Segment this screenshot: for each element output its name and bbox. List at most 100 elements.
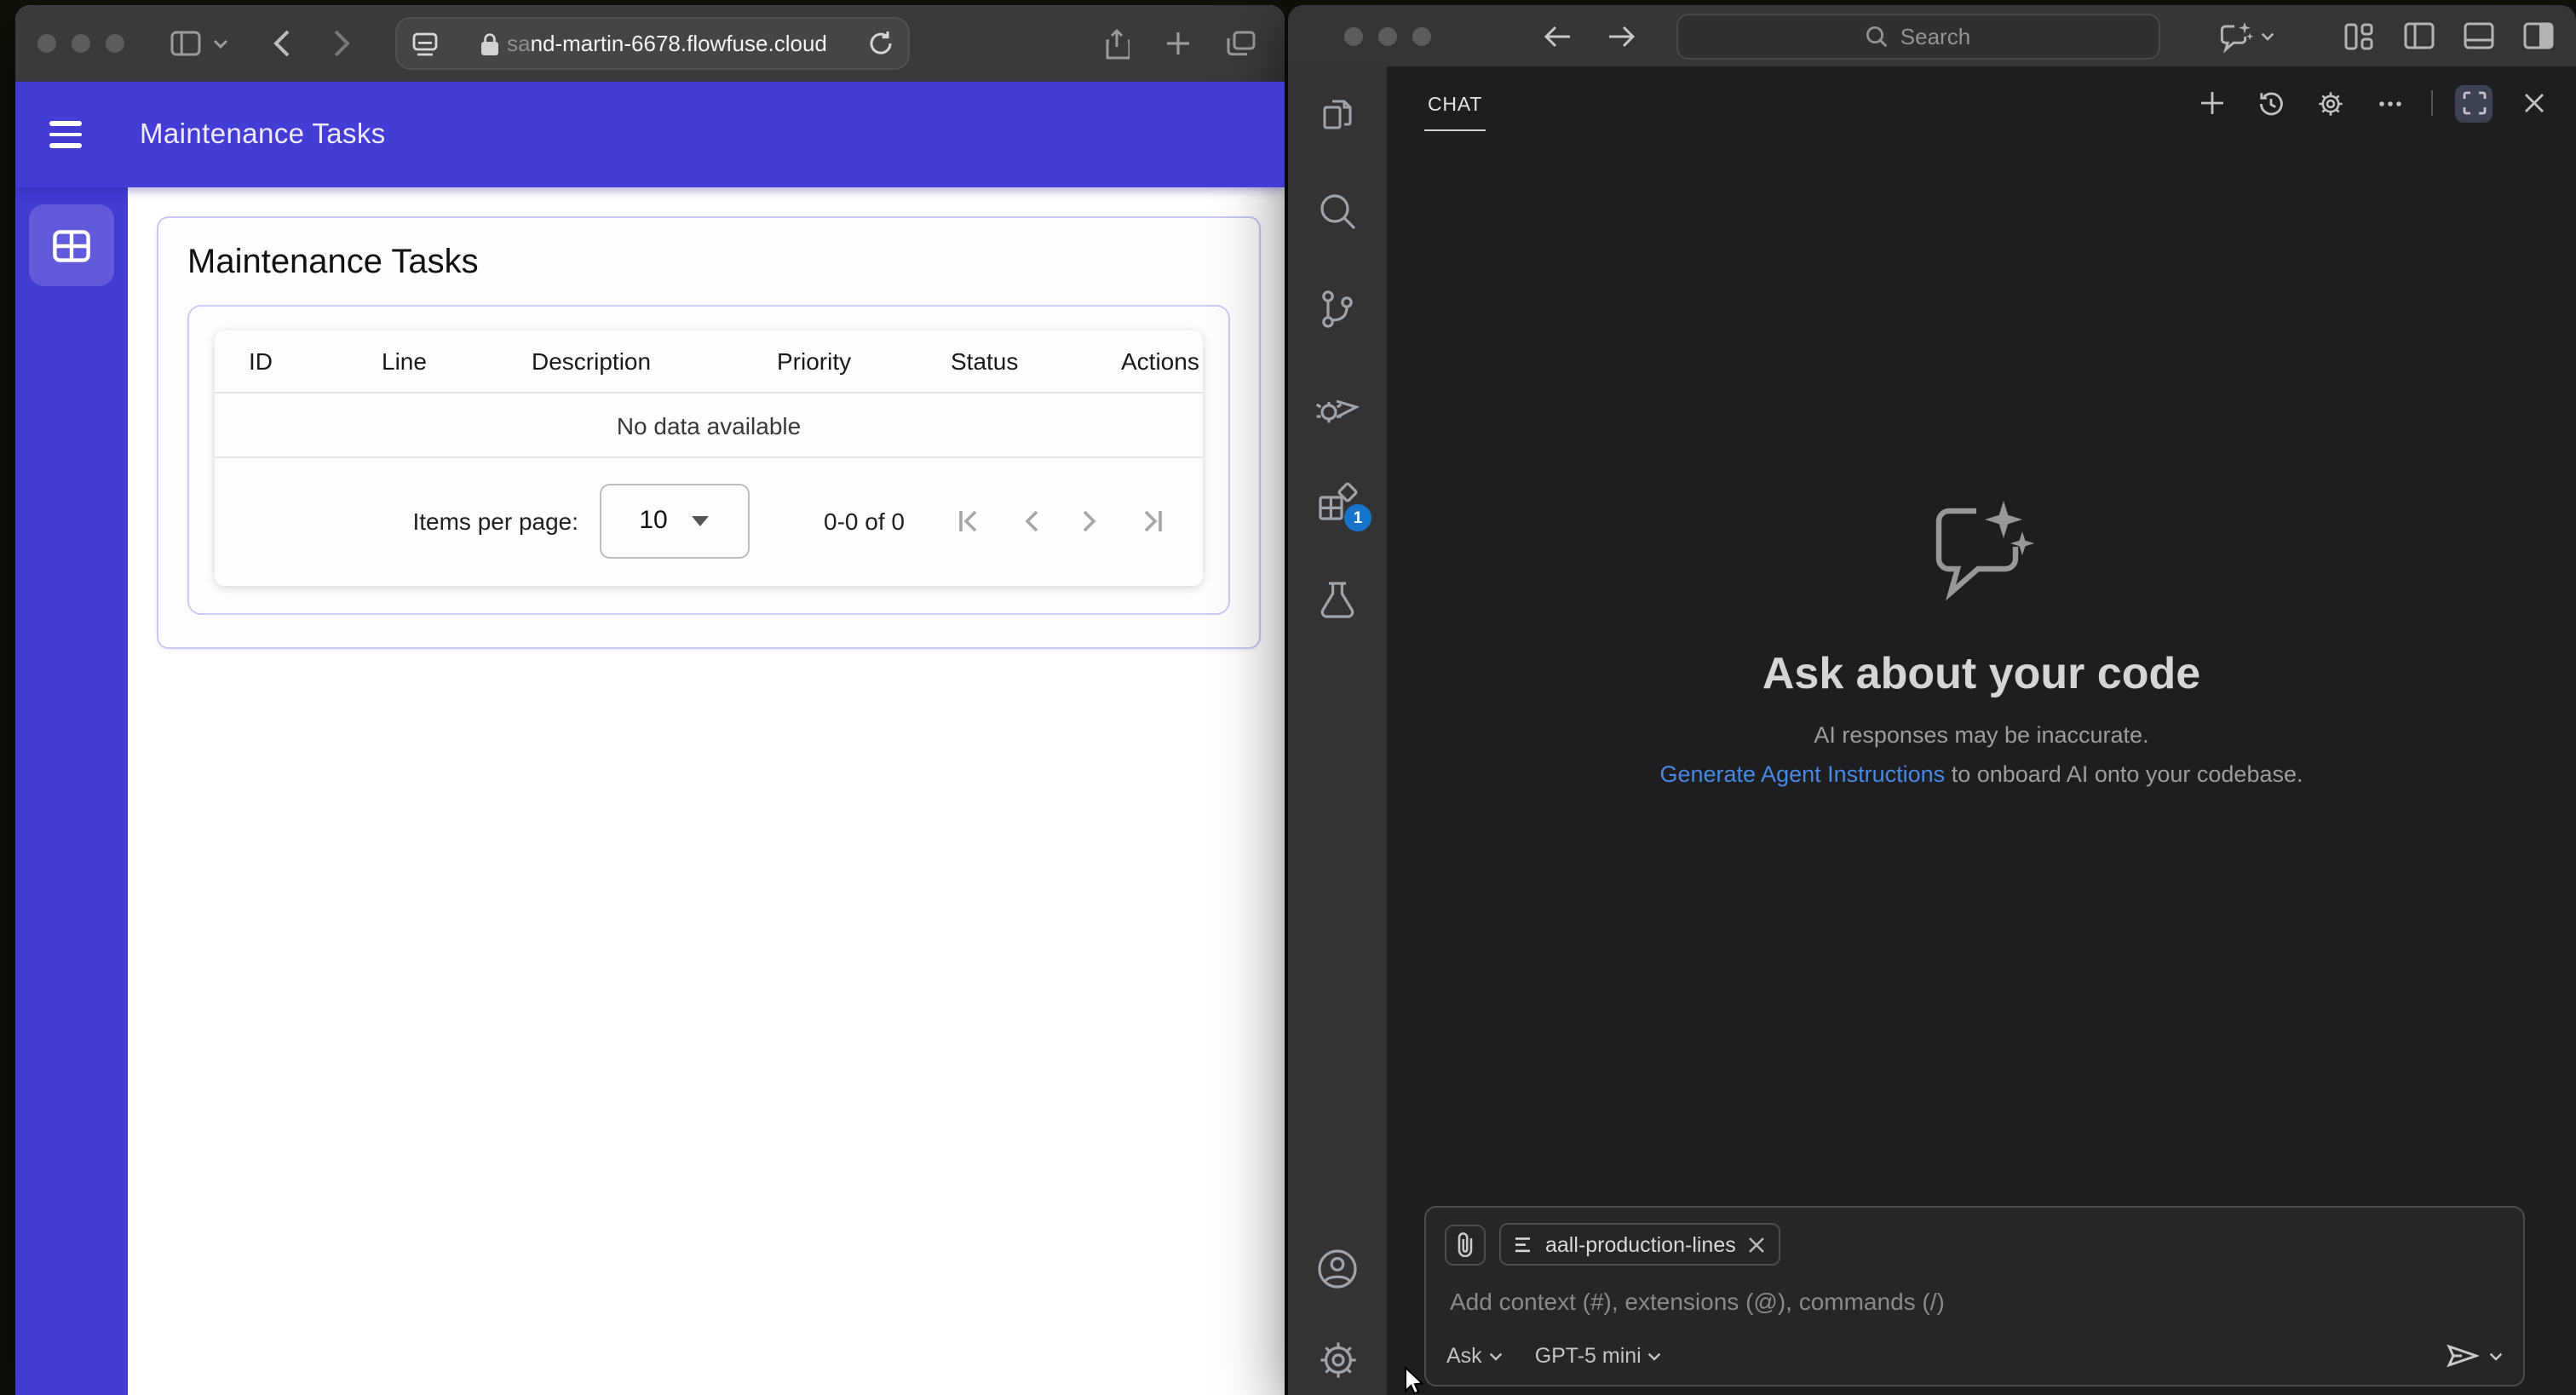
table-container: ID Line Description Priority Status Acti… [187,305,1230,615]
forward-button[interactable] [1608,25,1636,47]
mode-label: Ask [1446,1344,1482,1368]
app-header: Maintenance Tasks [15,82,1285,187]
tab-overview-icon[interactable] [1227,31,1256,56]
remove-context-icon[interactable] [1748,1236,1765,1253]
previous-page-button[interactable] [1022,507,1041,534]
items-per-page-label: Items per page: [412,507,579,534]
table-footer: Items per page: 10 0-0 of 0 [215,458,1203,583]
copilot-menu[interactable] [2218,20,2274,52]
card-title: Maintenance Tasks [187,244,479,281]
column-header-description[interactable]: Description [532,347,777,375]
mode-selector[interactable]: Ask [1446,1344,1503,1368]
chat-panel-header: CHAT [1387,66,2576,140]
chevron-down-icon [1489,1352,1502,1360]
web-app: Maintenance Tasks Maintenance Tasks ID L… [15,82,1285,1395]
chat-settings-gear-icon[interactable] [2312,84,2349,122]
column-header-actions[interactable]: Actions [1121,347,1203,375]
last-page-button[interactable] [1138,507,1165,534]
command-center-search[interactable]: Search [1676,13,2160,59]
toggle-secondary-sidebar-icon[interactable] [2523,22,2554,49]
safari-window: sand-martin-6678.flowfuse.cloud Maintena… [15,5,1285,1395]
chevron-down-icon [2261,32,2274,40]
sidebar-toggle-icon[interactable] [170,31,201,56]
address-bar[interactable]: sand-martin-6678.flowfuse.cloud [395,17,910,70]
lock-icon [480,32,498,55]
extensions-icon[interactable]: 1 [1315,480,1371,531]
new-chat-icon[interactable] [2193,84,2230,122]
run-and-debug-icon[interactable] [1315,383,1360,428]
list-icon [1515,1236,1533,1253]
generate-agent-instructions-link[interactable]: Generate Agent Instructions [1659,761,1945,786]
back-button[interactable] [1544,25,1571,47]
sidebar-item-tasks[interactable] [29,204,114,286]
extensions-badge: 1 [1344,504,1371,531]
context-chip[interactable]: aall-production-lines [1499,1223,1780,1266]
share-icon[interactable] [1104,28,1130,59]
maintenance-tasks-card: Maintenance Tasks ID Line Description Pr… [157,216,1261,649]
model-label: GPT-5 mini [1534,1344,1642,1368]
model-selector[interactable]: GPT-5 mini [1535,1344,1662,1368]
select-caret-icon [691,515,709,525]
toggle-primary-sidebar-icon[interactable] [2404,22,2435,49]
app-header-title: Maintenance Tasks [140,118,386,149]
chat-sparkle-icon [1925,497,2038,606]
minimize-window-button[interactable] [72,34,90,53]
page-settings-icon[interactable] [412,32,438,55]
chat-input-box[interactable]: aall-production-lines Add context (#), e… [1424,1206,2525,1386]
customize-layout-icon[interactable] [2344,21,2375,50]
tab-chat[interactable]: CHAT [1424,75,1486,131]
zoom-window-button[interactable] [1412,26,1431,45]
reload-icon[interactable] [869,31,893,56]
toggle-panel-icon[interactable] [2464,22,2494,49]
chat-panel: CHAT Ask about your code AI responses ma… [1387,66,2576,1395]
app-sidebar [15,187,128,1395]
close-window-button[interactable] [1344,26,1363,45]
divider [2431,90,2433,116]
search-icon[interactable] [1315,189,1360,233]
search-placeholder: Search [1900,23,1971,49]
explorer-icon[interactable] [1315,92,1360,136]
send-options-chevron-icon[interactable] [2489,1352,2503,1360]
items-per-page-value: 10 [639,506,668,535]
column-header-priority[interactable]: Priority [777,347,951,375]
new-tab-icon[interactable] [1165,31,1191,56]
chat-input-placeholder[interactable]: Add context (#), extensions (@), command… [1450,1288,2504,1315]
paperclip-icon [1455,1231,1475,1257]
minimize-window-button[interactable] [1378,26,1397,45]
search-icon [1866,25,1889,47]
next-page-button[interactable] [1080,507,1099,534]
attach-context-button[interactable] [1445,1224,1486,1265]
column-header-id[interactable]: ID [249,347,382,375]
first-page-button[interactable] [956,507,983,534]
source-control-icon[interactable] [1315,286,1360,330]
desktop: sand-martin-6678.flowfuse.cloud Maintena… [0,0,2576,1395]
zoom-window-button[interactable] [106,34,124,53]
table-header-row: ID Line Description Priority Status Acti… [215,330,1203,393]
testing-icon[interactable] [1315,577,1360,622]
data-table: ID Line Description Priority Status Acti… [215,330,1203,586]
column-header-line[interactable]: Line [382,347,532,375]
url-text: sand-martin-6678.flowfuse.cloud [507,31,827,56]
pagination-range: 0-0 of 0 [824,507,905,534]
chevron-down-icon[interactable] [213,38,228,49]
more-actions-icon[interactable] [2372,84,2409,122]
empty-state-title: Ask about your code [1762,646,2201,698]
forward-button[interactable] [332,29,351,58]
maximize-panel-icon[interactable] [2455,84,2493,122]
column-header-status[interactable]: Status [951,347,1121,375]
close-window-button[interactable] [37,34,56,53]
table-grid-icon [53,229,90,261]
empty-table-message: No data available [215,393,1203,458]
close-panel-icon[interactable] [2515,84,2552,122]
settings-gear-icon[interactable] [1315,1337,1360,1381]
chat-history-icon[interactable] [2252,84,2290,122]
empty-state-link-line: Generate Agent Instructions to onboard A… [1659,761,2303,786]
back-button[interactable] [273,29,291,58]
send-button[interactable] [2447,1342,2479,1369]
empty-state-subtitle: AI responses may be inaccurate. [1814,721,2149,747]
vscode-traffic-lights [1344,26,1431,45]
account-icon[interactable] [1315,1247,1360,1291]
menu-icon[interactable] [49,121,82,148]
vscode-window: Search 1 CHAT Ask about your code AI res… [1288,5,2576,1395]
items-per-page-select[interactable]: 10 [599,483,750,558]
